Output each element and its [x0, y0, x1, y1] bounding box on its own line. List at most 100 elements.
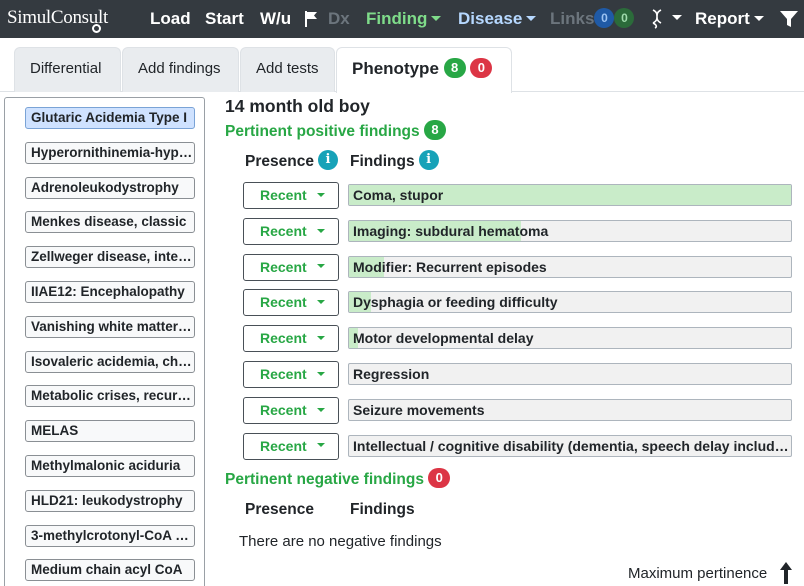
presence-dropdown[interactable]: Recent: [243, 325, 339, 353]
tab-phenotype[interactable]: Phenotype 8 0: [336, 47, 512, 93]
brand-logo-dot: [92, 24, 101, 33]
sidebar-disease-button[interactable]: Metabolic crises, recurrent: [25, 385, 195, 408]
presence-dropdown[interactable]: Recent: [243, 432, 339, 460]
chevron-down-icon: [526, 15, 537, 21]
no-negative-findings-text: There are no negative findings: [239, 533, 442, 550]
chevron-down-icon: [316, 443, 325, 448]
tab-phenotype-label: Phenotype: [352, 59, 439, 78]
tab-bar: Differential Add findings Add tests Phen…: [0, 38, 804, 93]
presence-dropdown-label: Recent: [260, 187, 307, 203]
info-icon[interactable]: i: [418, 150, 439, 171]
chevron-down-icon: [316, 228, 325, 233]
presence-dropdown-label: Recent: [260, 401, 307, 418]
sidebar-disease-button[interactable]: Isovaleric acidemia, chronic: [25, 350, 195, 373]
tab-add-tests[interactable]: Add tests: [240, 47, 335, 92]
sidebar-disease-button[interactable]: Medium chain acyl CoA: [25, 559, 195, 582]
nav-load[interactable]: Load: [150, 9, 191, 29]
sidebar-disease-button[interactable]: Hyperornithinemia-hyperammonemia-homocit…: [25, 141, 195, 164]
pertinent-positive-title: Pertinent positive findings 8: [225, 120, 446, 141]
nav-links[interactable]: Links 0 0: [550, 8, 635, 29]
presence-dropdown[interactable]: Recent: [243, 361, 339, 388]
finding-name: Dysphagia or feeding difficulty: [353, 294, 558, 311]
chevron-down-icon: [316, 264, 325, 269]
finding-name: Modifier: Recurrent episodes: [353, 258, 547, 275]
nav-links-label: Links: [550, 9, 595, 28]
chevron-down-icon: [316, 300, 325, 305]
presence-dropdown-label: Recent: [260, 294, 307, 311]
nav-disease-label: Disease: [458, 9, 523, 28]
finding-pertinence-bar[interactable]: Regression: [348, 363, 792, 385]
dna-icon[interactable]: [651, 9, 663, 29]
pertinent-negative-title: Pertinent negative findings 0: [225, 468, 451, 489]
sidebar-disease-button[interactable]: Methylmalonic aciduria: [25, 455, 195, 477]
patient-description: 14 month old boy: [225, 96, 370, 116]
chevron-down-icon: [316, 192, 325, 197]
sidebar-disease-button[interactable]: Vanishing white matter disease: [25, 315, 195, 338]
finding-name: Coma, stupor: [353, 187, 444, 203]
positive-count-badge: 8: [443, 58, 466, 79]
chevron-down-icon: [316, 335, 325, 340]
findings-header: Findings i: [350, 150, 439, 171]
chevron-down-icon: [431, 15, 442, 21]
maximum-pertinence-label: Maximum pertinence: [628, 565, 768, 582]
arrow-up-icon: [780, 562, 792, 584]
finding-name: Regression: [353, 366, 430, 382]
sidebar-disease-button[interactable]: Glutaric Acidemia Type I: [25, 107, 195, 129]
presence-dropdown-label: Recent: [260, 437, 307, 454]
presence-dropdown[interactable]: Recent: [243, 289, 339, 317]
sidebar-disease-button[interactable]: 3-methylcrotonyl-CoA carboxylase: [25, 524, 195, 547]
navbar: SimulConsult Load Start W/u Dx Finding D…: [0, 0, 804, 38]
filter-icon[interactable]: [780, 10, 798, 28]
pertinent-negative-label: Pertinent negative findings: [225, 471, 424, 488]
finding-pertinence-bar[interactable]: Seizure movements: [348, 398, 792, 421]
presence-dropdown-label: Recent: [260, 330, 307, 347]
presence-header: Presence i: [245, 150, 338, 171]
finding-pertinence-bar[interactable]: Dysphagia or feeding difficulty: [348, 291, 792, 314]
finding-pertinence-bar[interactable]: Coma, stupor: [348, 184, 792, 206]
nav-disease[interactable]: Disease: [458, 9, 537, 29]
nav-report-label: Report: [695, 9, 750, 28]
finding-name: Intellectual / cognitive disability (dem…: [353, 437, 789, 454]
dna-chevron-down-icon[interactable]: [672, 15, 682, 20]
links-badge-green: 0: [614, 8, 635, 29]
pertinent-negative-count: 0: [428, 468, 451, 489]
negative-count-badge: 0: [470, 58, 493, 79]
negative-findings-header: Findings: [350, 501, 415, 518]
nav-finding[interactable]: Finding: [366, 9, 442, 29]
presence-dropdown[interactable]: Recent: [243, 396, 339, 424]
nav-report[interactable]: Report: [695, 9, 764, 29]
presence-dropdown[interactable]: Recent: [243, 182, 339, 209]
chevron-down-icon: [316, 371, 325, 376]
presence-dropdown-label: Recent: [260, 222, 307, 239]
sidebar-disease-button[interactable]: Zellweger disease, intermediate: [25, 246, 195, 269]
finding-pertinence-bar[interactable]: Modifier: Recurrent episodes: [348, 255, 792, 278]
sidebar-disease-button[interactable]: IIAE12: Encephalopathy: [25, 281, 195, 303]
presence-dropdown[interactable]: Recent: [243, 253, 339, 281]
info-icon[interactable]: i: [317, 150, 338, 171]
sidebar-disease-button[interactable]: MELAS: [25, 420, 195, 443]
nav-workup[interactable]: W/u: [260, 9, 291, 29]
finding-pertinence-bar[interactable]: Intellectual / cognitive disability (dem…: [348, 434, 792, 457]
nav-dx[interactable]: Dx: [328, 9, 350, 29]
chevron-down-icon: [316, 407, 325, 412]
presence-dropdown-label: Recent: [260, 258, 307, 275]
presence-header-label: Presence: [245, 153, 314, 170]
findings-header-label: Findings: [350, 153, 415, 170]
finding-pertinence-bar[interactable]: Motor developmental delay: [348, 327, 792, 350]
sidebar-disease-button[interactable]: HLD21: leukodystrophy: [25, 489, 195, 512]
sidebar-disease-button[interactable]: Adrenoleukodystrophy: [25, 176, 195, 199]
finding-name: Seizure movements: [353, 401, 485, 418]
presence-dropdown-label: Recent: [260, 366, 307, 382]
tab-differential[interactable]: Differential: [14, 47, 121, 92]
finding-name: Imaging: subdural hematoma: [353, 222, 549, 239]
tab-add-findings[interactable]: Add findings: [122, 47, 239, 92]
pertinent-positive-count: 8: [423, 120, 446, 141]
pertinent-positive-label: Pertinent positive findings: [225, 123, 420, 140]
nav-start[interactable]: Start: [205, 9, 244, 29]
negative-presence-header: Presence: [245, 501, 314, 518]
flag-icon[interactable]: [304, 11, 318, 27]
sidebar-disease-button[interactable]: Menkes disease, classic: [25, 211, 195, 234]
presence-dropdown[interactable]: Recent: [243, 217, 339, 245]
nav-finding-label: Finding: [366, 9, 428, 28]
finding-pertinence-bar[interactable]: Imaging: subdural hematoma: [348, 219, 792, 242]
